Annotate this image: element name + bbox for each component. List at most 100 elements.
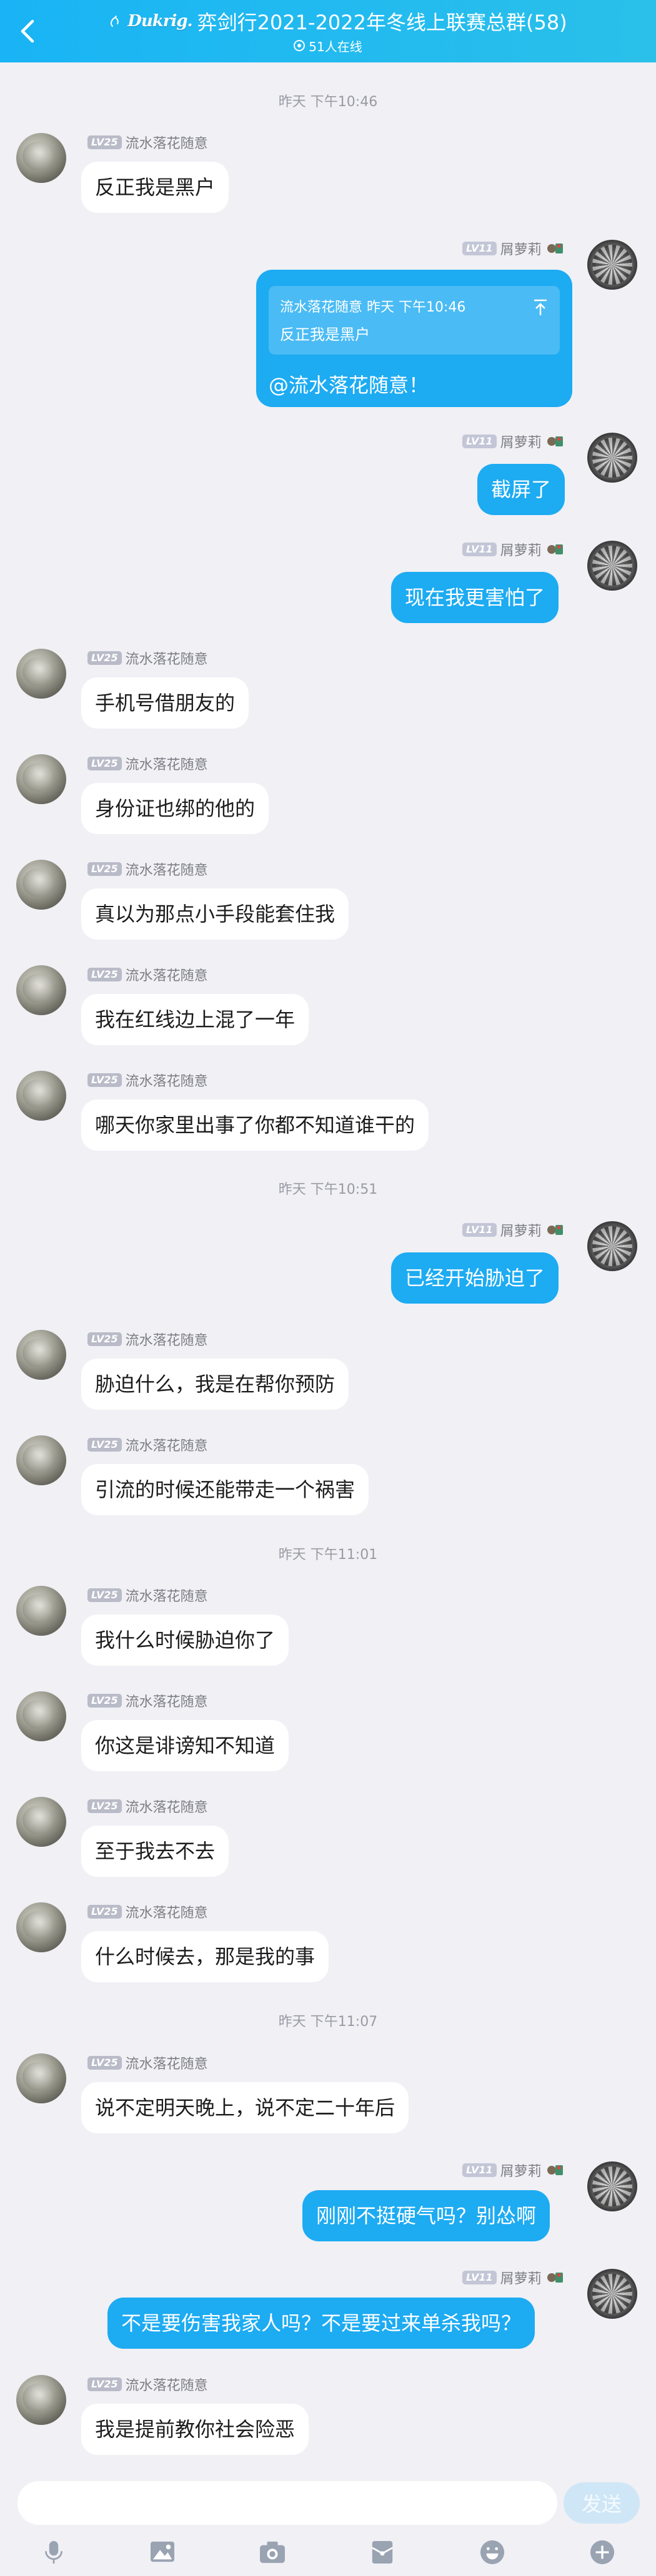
sender-meta: LV25 流水落花随意 — [87, 1330, 208, 1349]
quoted-text: 反正我是黑户 — [280, 326, 370, 343]
sender-meta: LV25 流水落花随意 — [87, 1071, 208, 1089]
level-badge: LV11 — [462, 2271, 497, 2284]
avatar[interactable] — [587, 541, 637, 591]
sender-name: 屑萝莉 — [500, 242, 542, 258]
sender-name: 流水落花随意 — [125, 968, 208, 984]
avatar[interactable] — [587, 2269, 637, 2319]
message-bubble[interactable]: 已经开始胁迫了 — [391, 1252, 559, 1304]
sender-name: 流水落花随意 — [125, 2378, 208, 2394]
avatar[interactable] — [587, 240, 637, 290]
message-bubble[interactable]: 你这是诽谤知不知道 — [81, 1720, 289, 1771]
avatar[interactable] — [16, 1435, 66, 1485]
avatar[interactable] — [16, 754, 66, 804]
avatar[interactable] — [16, 649, 66, 699]
avatar[interactable] — [587, 2161, 637, 2211]
message-bubble[interactable]: 反正我是黑户 — [81, 162, 229, 213]
sender-name: 屑萝莉 — [500, 543, 542, 559]
message-bubble[interactable]: 什么时候去，那是我的事 — [81, 1931, 329, 1982]
message-bubble[interactable]: 不是要伤害我家人吗？不是要过来单杀我吗？ — [107, 2298, 535, 2349]
time-separator: 昨天 下午11:01 — [278, 1547, 378, 1563]
message-bubble[interactable]: 身份证也绑的他的 — [81, 783, 269, 834]
message-bubble[interactable]: 我什么时候胁迫你了 — [81, 1615, 289, 1666]
avatar[interactable] — [16, 1586, 66, 1636]
sender-meta: LV11 屑萝莉 — [462, 2161, 565, 2180]
message-bubble[interactable]: 我是提前教你社会险恶 — [81, 2404, 309, 2455]
level-badge: LV25 — [87, 651, 122, 665]
image-icon[interactable] — [146, 2536, 179, 2569]
sender-name: 流水落花随意 — [125, 863, 208, 878]
sender-meta: LV11 屑萝莉 — [462, 433, 565, 451]
message-input[interactable] — [17, 2481, 557, 2525]
avatar[interactable] — [16, 133, 66, 183]
sender-name: 屑萝莉 — [500, 1224, 542, 1239]
level-badge: LV25 — [87, 1438, 122, 1452]
emoji-icon[interactable] — [476, 2536, 509, 2569]
level-badge: LV25 — [87, 1073, 122, 1087]
time-separator: 昨天 下午11:07 — [278, 2014, 378, 2030]
online-status: 51人在线 — [0, 36, 656, 55]
sender-name: 流水落花随意 — [125, 757, 208, 773]
mic-icon[interactable] — [37, 2536, 70, 2569]
sender-name: 流水落花随意 — [125, 1905, 208, 1921]
avatar[interactable] — [16, 2375, 66, 2425]
quoted-message[interactable]: 流水落花随意 昨天 下午10:46 反正我是黑户 — [269, 286, 560, 355]
sender-name: 流水落花随意 — [125, 1800, 208, 1816]
colorful-badge-icon — [547, 243, 563, 253]
message-bubble[interactable]: 我在红线边上混了一年 — [81, 994, 309, 1045]
level-badge: LV25 — [87, 1799, 122, 1813]
brand-logo: Dukrig. — [127, 12, 192, 31]
jump-to-quote-icon[interactable] — [532, 298, 549, 317]
level-badge: LV25 — [87, 2377, 122, 2391]
level-badge: LV25 — [87, 757, 122, 770]
sender-name: 流水落花随意 — [125, 1589, 208, 1605]
sender-meta: LV25 流水落花随意 — [87, 860, 208, 878]
sender-meta: LV11 屑萝莉 — [462, 541, 565, 559]
avatar[interactable] — [587, 433, 637, 483]
header-title-row[interactable]: Dukrig. 弈剑行2021-2022年冬线上联赛总群(58) — [75, 6, 600, 36]
message-bubble[interactable]: 现在我更害怕了 — [391, 572, 559, 623]
message-bubble[interactable]: 引流的时候还能带走一个祸害 — [81, 1464, 369, 1515]
level-badge: LV25 — [87, 1905, 122, 1919]
colorful-badge-icon — [547, 436, 563, 446]
red-packet-icon[interactable] — [366, 2536, 399, 2569]
avatar[interactable] — [16, 1071, 66, 1121]
sender-name: 流水落花随意 — [125, 1333, 208, 1349]
sender-meta: LV25 流水落花随意 — [87, 2054, 208, 2072]
colorful-badge-icon — [547, 1225, 563, 1235]
quote-reply-bubble[interactable]: 流水落花随意 昨天 下午10:46 反正我是黑户 @流水落花随意！ — [256, 270, 572, 407]
message-bubble[interactable]: 截屏了 — [477, 464, 565, 515]
level-badge: LV11 — [462, 543, 497, 556]
level-badge: LV11 — [462, 1223, 497, 1237]
reply-text: @流水落花随意！ — [269, 373, 429, 397]
message-bubble[interactable]: 至于我去不去 — [81, 1826, 229, 1877]
sender-name: 流水落花随意 — [125, 1438, 208, 1454]
message-bubble[interactable]: 真以为那点小手段能套住我 — [81, 888, 349, 940]
camera-icon[interactable] — [256, 2536, 289, 2569]
avatar[interactable] — [16, 860, 66, 910]
message-bubble[interactable]: 刚刚不挺硬气吗？别怂啊 — [302, 2190, 550, 2241]
message-bubble[interactable]: 手机号借朋友的 — [81, 677, 249, 729]
avatar[interactable] — [16, 965, 66, 1015]
level-badge: LV25 — [87, 1332, 122, 1346]
sender-meta: LV25 流水落花随意 — [87, 1797, 208, 1816]
message-bubble[interactable]: 哪天你家里出事了你都不知道谁干的 — [81, 1099, 429, 1151]
message-bubble[interactable]: 说不定明天晚上，说不定二十年后 — [81, 2082, 409, 2133]
level-badge: LV25 — [87, 2056, 122, 2070]
avatar[interactable] — [16, 1691, 66, 1741]
avatar[interactable] — [587, 1221, 637, 1271]
avatar[interactable] — [16, 2053, 66, 2103]
input-bar: 发送 — [0, 2466, 656, 2576]
sender-name: 屑萝莉 — [500, 2271, 542, 2287]
sender-name: 流水落花随意 — [125, 2057, 208, 2072]
plus-icon[interactable] — [586, 2536, 619, 2569]
sender-name: 流水落花随意 — [125, 1694, 208, 1710]
avatar[interactable] — [16, 1902, 66, 1952]
sender-meta: LV25 流水落花随意 — [87, 755, 208, 773]
avatar[interactable] — [16, 1797, 66, 1847]
sender-name: 流水落花随意 — [125, 1074, 208, 1089]
colorful-badge-icon — [547, 2273, 563, 2283]
colorful-badge-icon — [547, 544, 563, 554]
avatar[interactable] — [16, 1330, 66, 1380]
send-button[interactable]: 发送 — [564, 2482, 640, 2524]
message-bubble[interactable]: 胁迫什么，我是在帮你预防 — [81, 1359, 349, 1410]
